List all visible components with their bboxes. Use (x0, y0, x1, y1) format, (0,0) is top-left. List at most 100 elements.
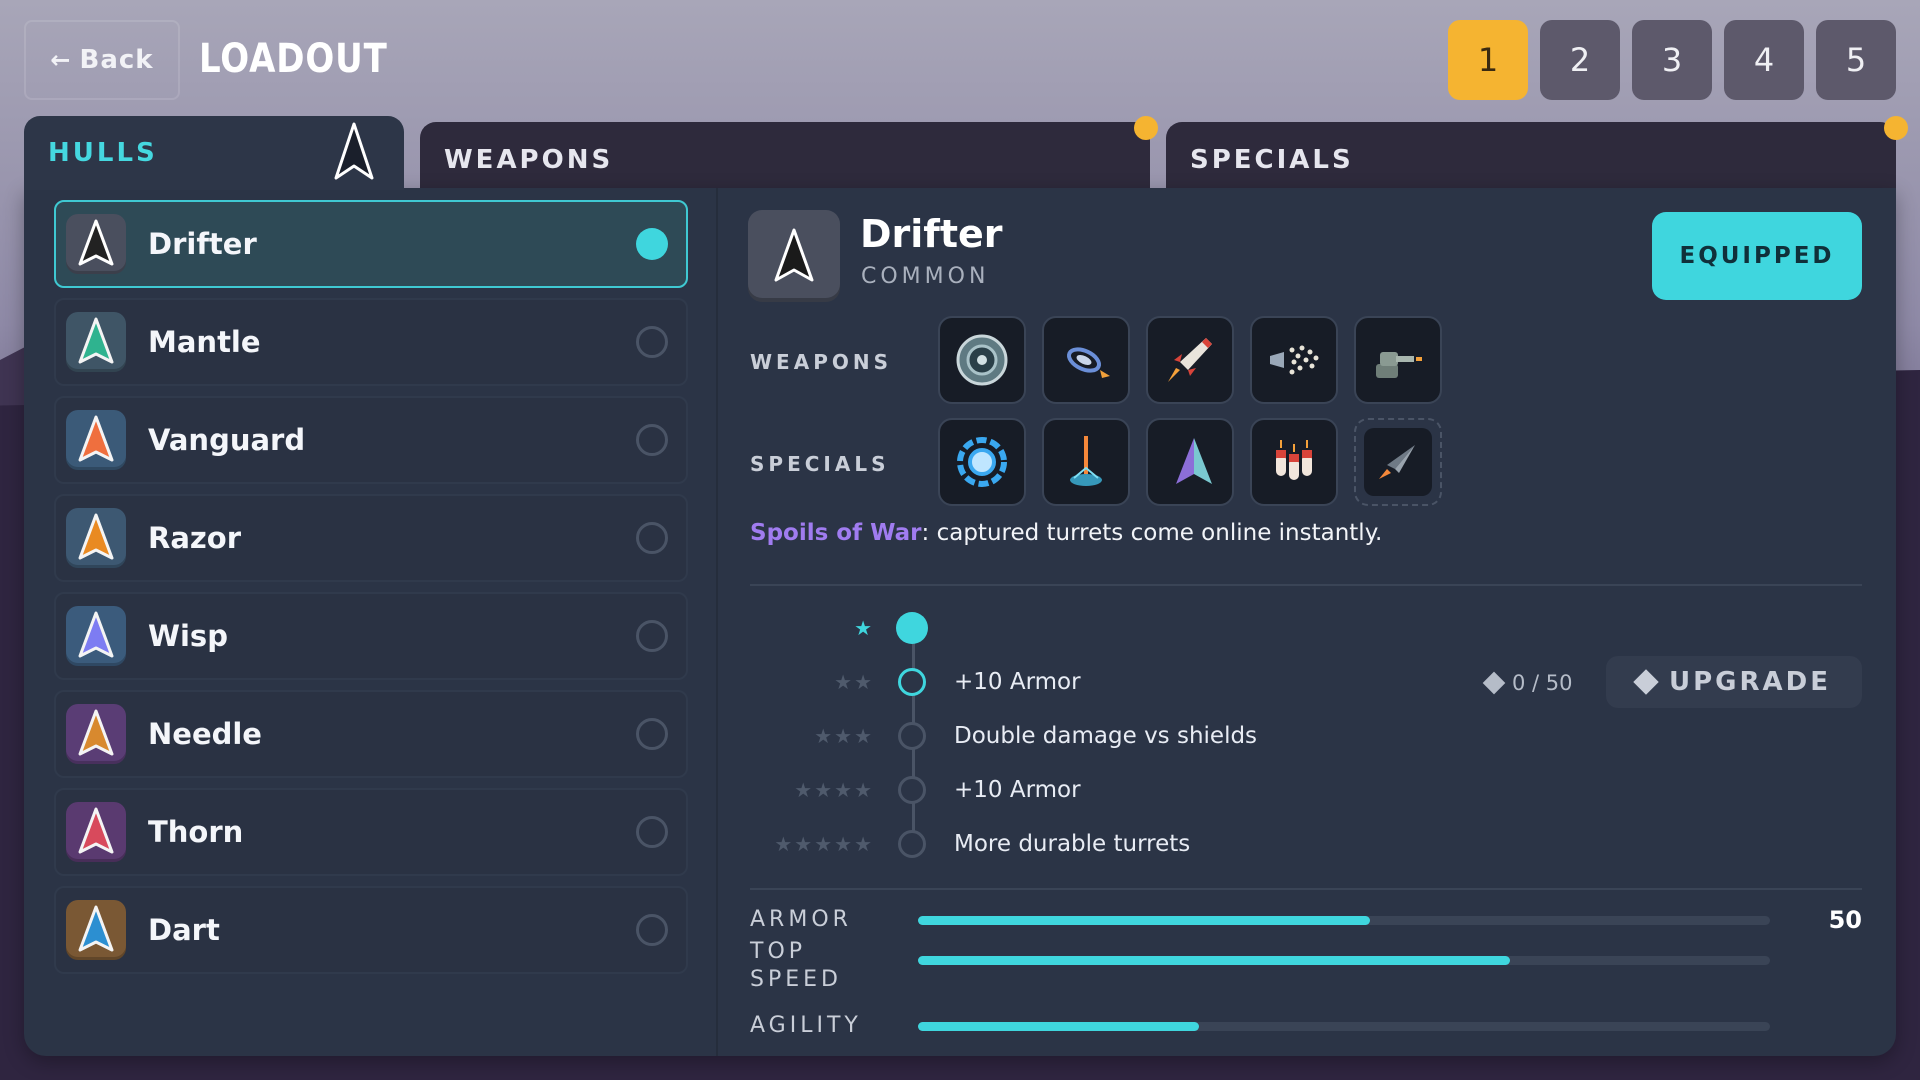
stat-bar-fill (918, 1022, 1200, 1031)
selection-radio[interactable] (636, 620, 668, 652)
tab-weapons-label: WEAPONS (444, 145, 614, 175)
tab-weapons[interactable]: WEAPONS (420, 116, 1158, 190)
stat-label: TOP SPEED (750, 939, 842, 992)
weapons-row-label: WEAPONS (750, 350, 893, 374)
loadout-slot-1[interactable]: 1 (1448, 20, 1528, 100)
gem-icon (1633, 669, 1659, 695)
stat-bar (918, 916, 1770, 925)
stat-bar-fill (918, 956, 1511, 965)
loadout-slot-4[interactable]: 4 (1724, 20, 1804, 100)
missile-barrage-icon[interactable] (1250, 418, 1338, 506)
decoy-ship-icon[interactable] (1146, 418, 1234, 506)
rocket-icon[interactable] (1146, 316, 1234, 404)
stat-bar (918, 956, 1770, 965)
hull-item-thorn[interactable]: Thorn (54, 788, 688, 876)
shield-ring-icon[interactable] (938, 418, 1026, 506)
hull-name-label: Thorn (148, 815, 244, 849)
special-ability-text: : captured turrets come online instantly… (921, 520, 1383, 546)
tier-stars: ★ (854, 616, 874, 640)
upgrade-button[interactable]: UPGRADE (1606, 656, 1862, 708)
panel-divider (716, 188, 718, 1056)
gem-icon (1482, 671, 1506, 695)
page-title: LOADOUT (199, 36, 388, 82)
turret-cannon-icon[interactable] (1354, 316, 1442, 404)
hull-name-label: Vanguard (148, 423, 306, 457)
upgrade-tier-3: ★★★ Double damage vs shields (750, 716, 1862, 756)
tab-hulls[interactable]: HULLS (24, 116, 404, 190)
tier-stars: ★★ (834, 670, 874, 694)
tier-node (898, 830, 926, 858)
scatter-shot-icon[interactable] (1250, 316, 1338, 404)
hull-item-needle[interactable]: Needle (54, 690, 688, 778)
tab-specials[interactable]: SPECIALS (1166, 116, 1908, 190)
upgrade-cost-value: 0 / 50 (1512, 671, 1573, 695)
tier-node (898, 722, 926, 750)
hull-list: Drifter Mantle Vanguard Razor Wisp Needle Thor… (54, 200, 688, 984)
tier-bonus-text: Double damage vs shields (954, 723, 1258, 749)
selection-radio[interactable] (636, 914, 668, 946)
tab-specials-label: SPECIALS (1190, 145, 1354, 175)
stat-bar-fill (918, 916, 1370, 925)
disc-blade-icon[interactable] (938, 316, 1026, 404)
section-divider (750, 888, 1862, 890)
back-label: Back (79, 45, 154, 75)
upgrade-tier-5: ★★★★★ More durable turrets (750, 824, 1862, 864)
hull-item-mantle[interactable]: Mantle (54, 298, 688, 386)
selection-radio[interactable] (636, 522, 668, 554)
ship-icon (66, 508, 126, 568)
back-button[interactable]: ← Back (24, 20, 180, 100)
ship-icon (66, 802, 126, 862)
hull-name-label: Wisp (148, 619, 228, 653)
selected-hull-icon (748, 210, 840, 302)
selection-radio[interactable] (636, 718, 668, 750)
tier-stars: ★★★★★ (774, 832, 874, 856)
hull-name-label: Dart (148, 913, 220, 947)
hull-name-label: Drifter (148, 227, 257, 261)
upgrade-label: UPGRADE (1669, 667, 1831, 697)
stat-value: 50 (1828, 906, 1862, 934)
selection-radio[interactable] (636, 326, 668, 358)
specials-icon-row (938, 418, 1442, 506)
vortex-shot-icon[interactable] (1042, 316, 1130, 404)
tier-node (898, 776, 926, 804)
ship-icon (66, 704, 126, 764)
hull-item-drifter[interactable]: Drifter (54, 200, 688, 288)
notification-dot (1884, 116, 1908, 140)
specials-row-label: SPECIALS (750, 452, 890, 476)
special-description: Spoils of War: captured turrets come onl… (750, 520, 1382, 546)
upgrade-tier-1: ★ (750, 608, 1862, 648)
tier-node (896, 612, 928, 644)
hull-rarity: COMMON (861, 264, 990, 289)
special-ability-name: Spoils of War (750, 520, 922, 546)
tier-stars: ★★★ (814, 724, 874, 748)
loadout-slot-3[interactable]: 3 (1632, 20, 1712, 100)
stat-label: ARMOR (750, 907, 852, 932)
upgrade-tier-4: ★★★★ +10 Armor (750, 770, 1862, 810)
stat-label: AGILITY (750, 1013, 862, 1038)
loadout-slot-2[interactable]: 2 (1540, 20, 1620, 100)
selection-radio[interactable] (636, 424, 668, 456)
equipped-button[interactable]: EQUIPPED (1652, 212, 1862, 300)
fighter-drone-icon[interactable] (1354, 418, 1442, 506)
fighter-drone-icon-frame (1364, 428, 1432, 496)
section-divider (750, 584, 1862, 586)
tier-bonus-text: +10 Armor (954, 669, 1081, 695)
hull-name-label: Mantle (148, 325, 261, 359)
ship-icon (66, 900, 126, 960)
selection-radio[interactable] (636, 228, 668, 260)
selection-radio[interactable] (636, 816, 668, 848)
hull-item-dart[interactable]: Dart (54, 886, 688, 974)
tier-bonus-text: +10 Armor (954, 777, 1081, 803)
hull-item-razor[interactable]: Razor (54, 494, 688, 582)
hull-item-wisp[interactable]: Wisp (54, 592, 688, 680)
notification-dot (1134, 116, 1158, 140)
hull-name-label: Razor (148, 521, 242, 555)
ship-icon (66, 214, 126, 274)
hull-name: Drifter (860, 212, 1003, 256)
loadout-slot-5[interactable]: 5 (1816, 20, 1896, 100)
orbital-strike-icon[interactable] (1042, 418, 1130, 506)
ship-icon (66, 410, 126, 470)
stat-bar (918, 1022, 1770, 1031)
upgrade-cost: 0 / 50 (1482, 668, 1582, 698)
hull-item-vanguard[interactable]: Vanguard (54, 396, 688, 484)
